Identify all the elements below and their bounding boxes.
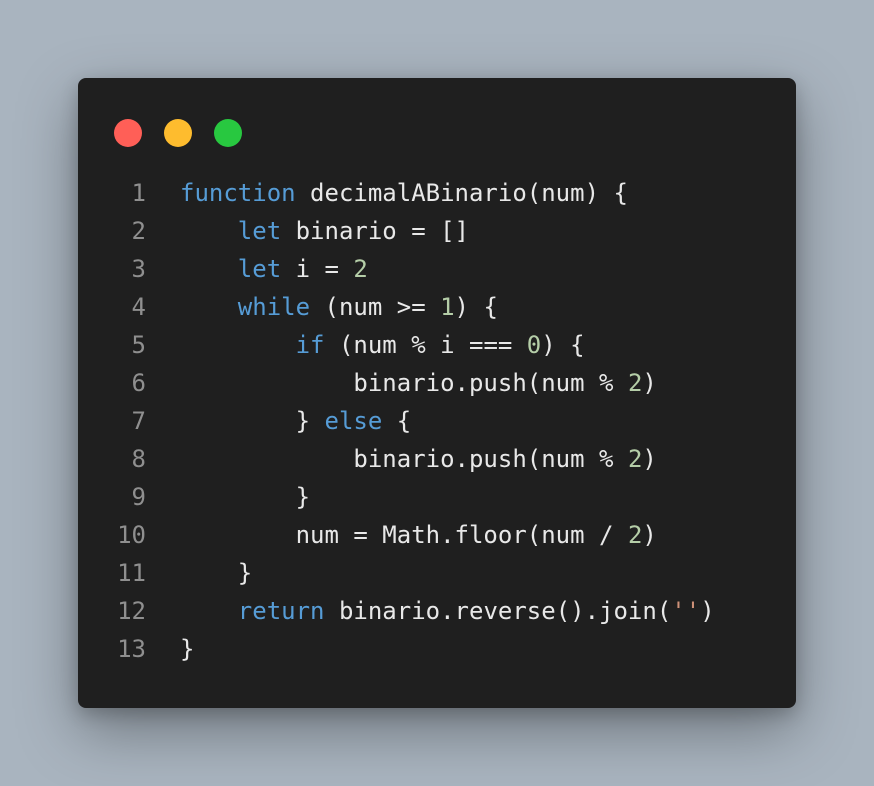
code-token: i = [281, 255, 354, 283]
code-string: '' [671, 597, 701, 625]
code-text: let binario = [] [180, 212, 469, 250]
code-line: 13} [78, 630, 796, 668]
code-keyword: let [237, 255, 282, 283]
code-line: 6 binario.push(num % 2) [78, 364, 796, 402]
code-line: 9 } [78, 478, 796, 516]
line-number: 9 [131, 483, 146, 511]
code-text: } else { [180, 402, 412, 440]
code-text: return binario.reverse().join('') [180, 592, 715, 630]
line-number: 8 [131, 445, 146, 473]
line-number: 5 [131, 331, 146, 359]
code-number: 2 [627, 445, 643, 473]
code-text: if (num % i === 0) { [180, 326, 585, 364]
code-token: binario.push(num % [353, 369, 628, 397]
code-keyword: return [237, 597, 325, 625]
code-token: (num % i === [324, 331, 527, 359]
code-token: ) { [541, 331, 585, 359]
code-token: ) [642, 369, 657, 397]
line-number: 7 [131, 407, 146, 435]
code-token: } [237, 559, 253, 587]
code-token: { [382, 407, 412, 435]
code-keyword: else [324, 407, 383, 435]
code-line: 12 return binario.reverse().join('') [78, 592, 796, 630]
minimize-dot-icon[interactable] [164, 119, 192, 147]
line-number: 1 [131, 179, 146, 207]
code-number: 0 [526, 331, 542, 359]
line-number: 11 [117, 559, 146, 587]
line-number: 6 [131, 369, 146, 397]
code-line: 3 let i = 2 [78, 250, 796, 288]
code-text: } [180, 554, 252, 592]
code-token: binario.push(num % [353, 445, 628, 473]
code-text: } [180, 478, 310, 516]
code-block: 1 function decimalABinario(num) {2 let bi… [78, 174, 796, 668]
code-token: ) [642, 521, 657, 549]
code-line: 7 } else { [78, 402, 796, 440]
line-number: 2 [131, 217, 146, 245]
code-token: binario.reverse().join( [324, 597, 672, 625]
line-number: 10 [117, 521, 146, 549]
code-token: } [180, 635, 195, 663]
line-number: 13 [117, 635, 146, 663]
code-token: ) [700, 597, 715, 625]
code-keyword: if [295, 331, 325, 359]
code-number: 2 [627, 369, 643, 397]
code-text: num = Math.floor(num / 2) [180, 516, 657, 554]
line-number: 4 [131, 293, 146, 321]
code-token: num = Math.floor(num / [295, 521, 628, 549]
code-text: binario.push(num % 2) [180, 440, 657, 478]
code-line: 8 binario.push(num % 2) [78, 440, 796, 478]
code-keyword: let [237, 217, 282, 245]
code-line: 10 num = Math.floor(num / 2) [78, 516, 796, 554]
code-line: 11 } [78, 554, 796, 592]
code-token: } [295, 483, 311, 511]
code-token: (num >= [310, 293, 441, 321]
code-line: 4 while (num >= 1) { [78, 288, 796, 326]
code-number: 1 [440, 293, 455, 321]
code-window: 1 function decimalABinario(num) {2 let bi… [78, 78, 796, 708]
code-text: } [180, 630, 194, 668]
code-token: decimalABinario(num) { [295, 179, 628, 207]
code-line: 1 function decimalABinario(num) { [78, 174, 796, 212]
code-token: ) [642, 445, 657, 473]
code-line: 5 if (num % i === 0) { [78, 326, 796, 364]
code-text: let i = 2 [180, 250, 368, 288]
line-number: 3 [131, 255, 146, 283]
code-number: 2 [627, 521, 643, 549]
code-text: function decimalABinario(num) { [180, 174, 628, 212]
close-dot-icon[interactable] [114, 119, 142, 147]
code-token: } [295, 407, 325, 435]
code-keyword: while [237, 293, 311, 321]
maximize-dot-icon[interactable] [214, 119, 242, 147]
code-line: 2 let binario = [] [78, 212, 796, 250]
code-token: ) { [454, 293, 498, 321]
code-text: while (num >= 1) { [180, 288, 498, 326]
code-keyword: function [180, 179, 296, 207]
line-number: 12 [117, 597, 146, 625]
code-token: binario = [] [281, 217, 469, 245]
code-number: 2 [353, 255, 368, 283]
code-text: binario.push(num % 2) [180, 364, 657, 402]
